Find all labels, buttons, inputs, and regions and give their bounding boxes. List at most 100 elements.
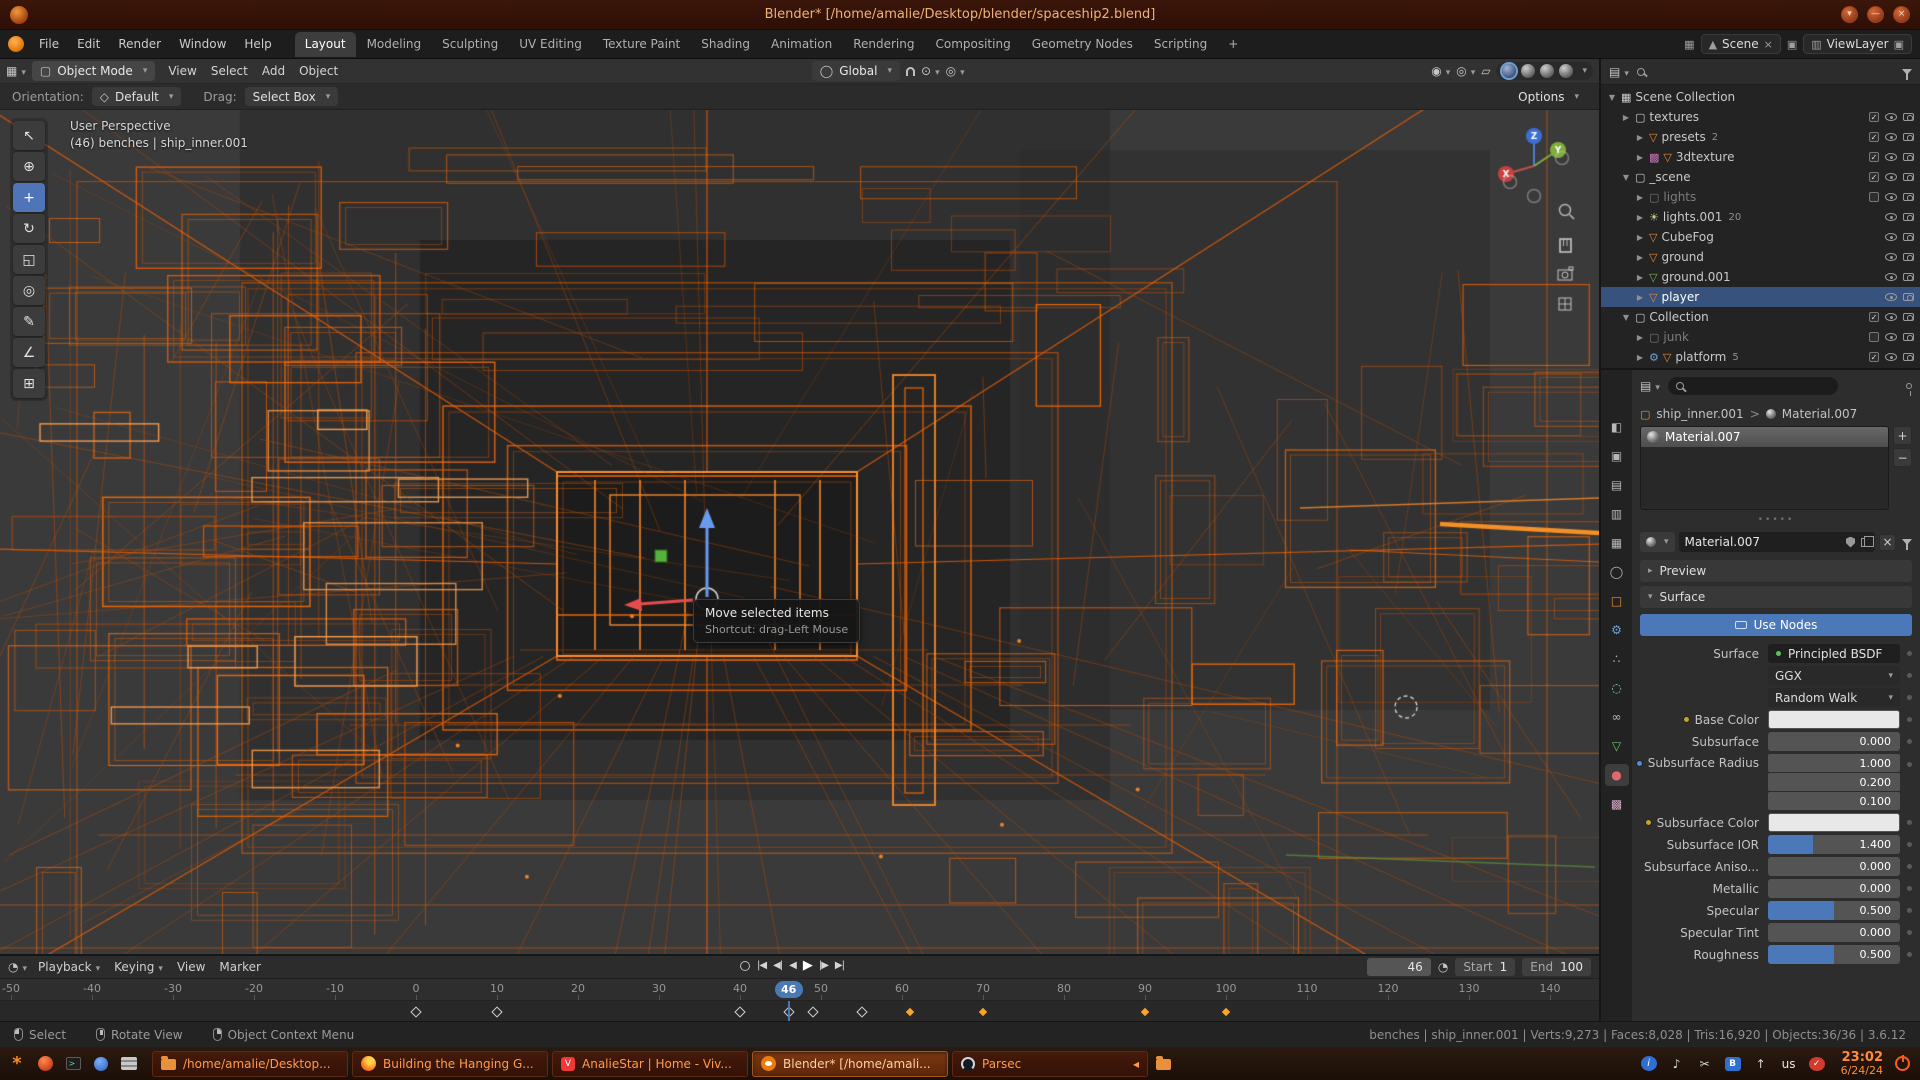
- orientation-dropdown[interactable]: ◇ Default ▾: [92, 87, 182, 106]
- keyframe-dot[interactable]: [1907, 762, 1912, 767]
- timeline-menu-marker[interactable]: Marker: [212, 958, 267, 976]
- filter-icon[interactable]: [1902, 69, 1912, 75]
- outliner-row-player[interactable]: ▶▽player: [1601, 287, 1920, 307]
- camera-icon[interactable]: [1903, 333, 1914, 341]
- viewport-menu-object[interactable]: Object: [292, 61, 345, 81]
- cut-icon[interactable]: ✂: [1697, 1056, 1713, 1072]
- timeline-editor-icon[interactable]: ◔▾: [8, 960, 27, 974]
- material-name-field[interactable]: Material.007: [1679, 532, 1875, 552]
- play-button[interactable]: ▶: [803, 958, 812, 973]
- expand-arrow-icon[interactable]: ▶: [1635, 233, 1645, 242]
- camera-icon[interactable]: [1903, 213, 1914, 221]
- eye-icon[interactable]: [1885, 313, 1897, 321]
- keyframe-diamond[interactable]: [807, 1006, 818, 1017]
- eye-icon[interactable]: [1885, 113, 1897, 121]
- checkbox-icon[interactable]: [1869, 192, 1879, 202]
- material-filter-icon[interactable]: [1902, 539, 1912, 545]
- expand-arrow-icon[interactable]: ▶: [1635, 213, 1645, 222]
- info-icon[interactable]: i: [1641, 1056, 1657, 1071]
- camera-icon[interactable]: [1903, 253, 1914, 261]
- subsurface-color-swatch[interactable]: [1768, 813, 1900, 832]
- expand-arrow-icon[interactable]: ▼: [1621, 173, 1631, 182]
- add-slot-button[interactable]: +: [1893, 426, 1912, 445]
- eye-icon[interactable]: [1885, 253, 1897, 261]
- base-color-swatch[interactable]: [1768, 710, 1900, 729]
- eye-icon[interactable]: [1885, 173, 1897, 181]
- workspace-tab-modeling[interactable]: Modeling: [357, 32, 432, 57]
- subsurface-slider[interactable]: 0.000: [1768, 732, 1900, 751]
- checkbox-icon[interactable]: ✓: [1869, 312, 1879, 322]
- jump-to-start-button[interactable]: |◀: [757, 960, 766, 971]
- use-nodes-button[interactable]: Use Nodes: [1640, 614, 1912, 636]
- blender-logo-icon[interactable]: [8, 36, 24, 52]
- workspace-tab-rendering[interactable]: Rendering: [843, 32, 924, 57]
- workspace-tab-animation[interactable]: Animation: [761, 32, 842, 57]
- upload-icon[interactable]: ↑: [1753, 1056, 1769, 1072]
- screen-layout-icon[interactable]: ▦: [1684, 38, 1694, 51]
- specular-slider[interactable]: 0.500: [1768, 901, 1900, 920]
- properties-editor-icon[interactable]: ▤▾: [1640, 379, 1660, 393]
- material-slot-list[interactable]: Material.007: [1640, 426, 1889, 510]
- eye-icon[interactable]: [1885, 293, 1897, 301]
- subsurface-radius-fields[interactable]: 1.000 0.200 0.100: [1768, 754, 1900, 810]
- viewport-menu-select[interactable]: Select: [204, 61, 255, 81]
- taskbar-window-vivaldi[interactable]: VAnalieStar | Home - Viv...: [552, 1051, 748, 1077]
- keyframe-dot[interactable]: [1907, 930, 1912, 935]
- checkbox-icon[interactable]: [1869, 332, 1879, 342]
- breadcrumb-object[interactable]: ship_inner.001: [1656, 407, 1743, 421]
- expand-arrow-icon[interactable]: ▶: [1635, 293, 1645, 302]
- keyframe-diamond[interactable]: [410, 1006, 421, 1017]
- outliner-row--scene[interactable]: ▼▢_scene✓: [1601, 167, 1920, 187]
- tab-physics[interactable]: ◌: [1605, 677, 1629, 699]
- timeline-menu-keying[interactable]: Keying▾: [107, 958, 170, 976]
- keyboard-layout[interactable]: us: [1781, 1056, 1797, 1072]
- editor-type-icon[interactable]: ▦▾: [6, 64, 26, 78]
- keyframe-diamond[interactable]: [977, 1006, 988, 1017]
- current-frame-badge[interactable]: 46: [775, 981, 803, 998]
- tab-object-data[interactable]: ▽: [1605, 735, 1629, 757]
- checkbox-icon[interactable]: ✓: [1869, 172, 1879, 182]
- options-dropdown[interactable]: Options ▾: [1510, 87, 1587, 106]
- camera-icon[interactable]: [1903, 233, 1914, 241]
- shield-icon[interactable]: ✓: [1809, 1057, 1825, 1071]
- select-box-tool[interactable]: ↖: [13, 121, 45, 150]
- menu-window[interactable]: Window: [170, 34, 235, 54]
- outliner-row-textures[interactable]: ▶▢textures✓: [1601, 107, 1920, 127]
- preview-section-header[interactable]: ▸ Preview: [1640, 560, 1912, 582]
- taskbar-window-parsec[interactable]: Parsec◂: [952, 1051, 1148, 1077]
- viewport-menu-view[interactable]: View: [161, 61, 203, 81]
- sss-method-dropdown[interactable]: Random Walk▾: [1768, 688, 1900, 707]
- keyframe-dot[interactable]: [1907, 952, 1912, 957]
- menu-file[interactable]: File: [30, 34, 68, 54]
- editor-launcher-icon[interactable]: [90, 1053, 112, 1075]
- keyframe-dot[interactable]: [1907, 651, 1912, 656]
- tab-material[interactable]: ●: [1605, 764, 1629, 786]
- outliner-row-3dtexture[interactable]: ▶▩▽3dtexture✓: [1601, 147, 1920, 167]
- taskbar-window-firefox[interactable]: Building the Hanging G...: [352, 1051, 548, 1077]
- file-drawer-icon[interactable]: [118, 1053, 140, 1075]
- folder-window-icon[interactable]: [1152, 1053, 1174, 1075]
- surface-shader-field[interactable]: Principled BSDF: [1768, 644, 1900, 663]
- scene-selector[interactable]: ▲ Scene ×: [1701, 34, 1781, 54]
- keyframe-dot[interactable]: [1907, 695, 1912, 700]
- workspace-tab-compositing[interactable]: Compositing: [925, 32, 1020, 57]
- keyframe-diamond[interactable]: [856, 1006, 867, 1017]
- viewport-canvas[interactable]: [0, 110, 1599, 954]
- roughness-slider[interactable]: 0.500: [1768, 945, 1900, 964]
- camera-icon[interactable]: [1903, 173, 1914, 181]
- keyframe-dot[interactable]: [1907, 739, 1912, 744]
- outliner-row-lights[interactable]: ▶▢lights: [1601, 187, 1920, 207]
- tab-scene[interactable]: ▦: [1605, 532, 1629, 554]
- keyframe-track[interactable]: [0, 1001, 1599, 1023]
- terminal-launcher-icon[interactable]: >: [62, 1053, 84, 1075]
- workspace-tab-geometry-nodes[interactable]: Geometry Nodes: [1022, 32, 1143, 57]
- timeline-menu-view[interactable]: View: [170, 958, 212, 976]
- workspace-tab-layout[interactable]: Layout: [295, 32, 356, 57]
- outliner-row-cubefog[interactable]: ▶▽CubeFog: [1601, 227, 1920, 247]
- outliner-row-ground[interactable]: ▶▽ground: [1601, 247, 1920, 267]
- keyframe-dot[interactable]: [1907, 820, 1912, 825]
- end-frame-field[interactable]: End100: [1522, 958, 1591, 976]
- show-gizmo-icon[interactable]: ◉▾: [1431, 64, 1450, 78]
- tab-particles[interactable]: ∴: [1605, 648, 1629, 670]
- tab-output[interactable]: ▤: [1605, 474, 1629, 496]
